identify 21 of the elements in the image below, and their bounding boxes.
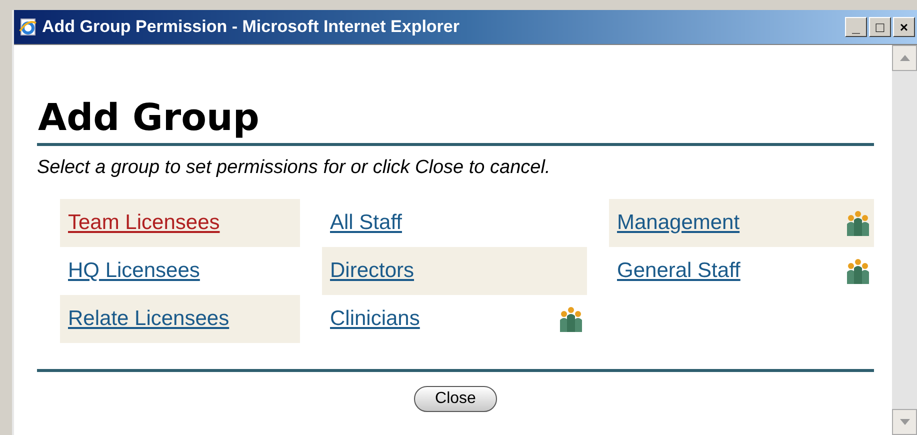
group-link[interactable]: Relate Licensees <box>68 303 230 334</box>
group-link[interactable]: General Staff <box>617 255 740 286</box>
group-link[interactable]: Team Licensees <box>68 207 220 238</box>
maximize-button[interactable]: □ <box>869 17 891 37</box>
group-link[interactable]: All Staff <box>330 207 402 238</box>
group-link[interactable]: Management <box>617 207 740 238</box>
browser-logo-icon <box>18 17 38 37</box>
instructions-text: Select a group to set permissions for or click Close to cancel. <box>37 156 552 180</box>
minimize-button[interactable]: _ <box>845 17 867 37</box>
group-link[interactable]: Directors <box>330 255 414 286</box>
page-heading: Add Group <box>38 95 260 141</box>
close-button[interactable]: Close <box>414 386 497 412</box>
group-link[interactable]: Clinicians <box>330 303 420 334</box>
scroll-up-button[interactable] <box>892 45 917 71</box>
vertical-scrollbar[interactable] <box>892 45 917 435</box>
up-arrow-icon <box>900 55 910 61</box>
window-title: Add Group Permission - Microsoft Internet Explorer <box>42 16 460 38</box>
group-link[interactable]: HQ Licensees <box>68 255 200 286</box>
down-arrow-icon <box>900 419 910 425</box>
scroll-down-button[interactable] <box>892 409 917 435</box>
close-window-button[interactable]: × <box>893 17 915 37</box>
